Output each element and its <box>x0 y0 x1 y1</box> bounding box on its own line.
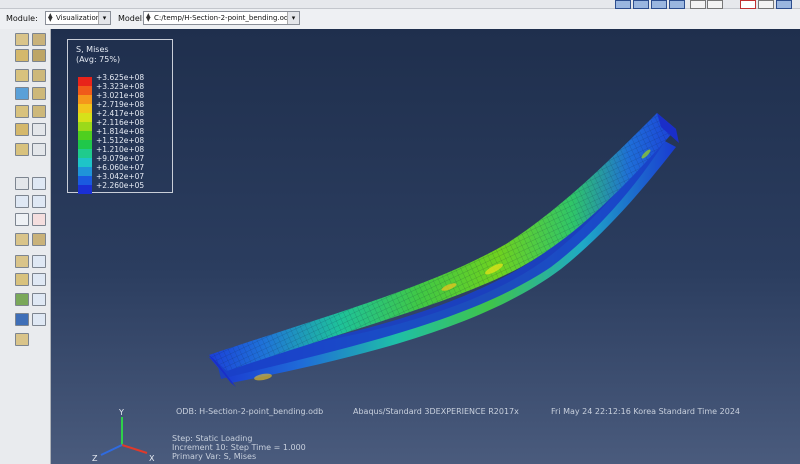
view-back-icon[interactable] <box>633 0 649 9</box>
close-icon[interactable] <box>740 0 756 9</box>
viewport[interactable]: S, Mises (Avg: 75%) +3.625e+08 +3.323e+08… <box>51 29 800 464</box>
plot-undeformed-icon[interactable] <box>15 33 29 46</box>
date-info: Fri May 24 22:12:16 Korea Standard Time … <box>551 407 740 416</box>
magnify-icon[interactable] <box>690 0 706 9</box>
spin-icon: ▲ ▼ <box>48 12 53 23</box>
free-body-table-icon[interactable] <box>32 255 46 268</box>
module-value: Visualization <box>56 14 101 22</box>
context-bar: Module: ▲ ▼ Visualization ▾ Model: ▲ ▼ C:/… <box>0 9 800 30</box>
chevron-down-icon[interactable]: ▾ <box>287 12 299 24</box>
contour-options-icon[interactable] <box>15 87 29 100</box>
solver-info: Abaqus/Standard 3DEXPERIENCE R2017x <box>353 407 519 416</box>
xy-data-icon[interactable] <box>15 177 29 190</box>
mesh-overlay <box>209 113 676 371</box>
z-axis <box>100 444 123 456</box>
plot-symbols-icon[interactable] <box>32 49 46 62</box>
model-label: Model: <box>118 14 145 23</box>
pencil-icon[interactable] <box>15 333 29 346</box>
view-cut-icon[interactable] <box>15 233 29 246</box>
zoom-icon[interactable] <box>707 0 723 9</box>
animate-options-icon[interactable] <box>32 143 46 156</box>
query-tool-icon[interactable] <box>15 313 29 326</box>
x-axis <box>121 444 148 454</box>
query-table-icon[interactable] <box>32 313 46 326</box>
toolbox <box>0 29 51 464</box>
common-options-icon[interactable] <box>15 293 29 306</box>
common-table-icon[interactable] <box>32 293 46 306</box>
allow-multiple-plots-icon[interactable] <box>15 69 29 82</box>
group-options-icon[interactable] <box>32 123 46 136</box>
report-field-icon[interactable] <box>15 195 29 208</box>
view-top-icon[interactable] <box>651 0 667 9</box>
stream-icon[interactable] <box>15 273 29 286</box>
view-iso-icon[interactable] <box>669 0 685 9</box>
increment-info: Increment 10: Step Time = 1.000 <box>172 443 306 452</box>
chevron-down-icon[interactable]: ▾ <box>98 12 110 24</box>
plot-deformed-icon[interactable] <box>32 33 46 46</box>
module-label: Module: <box>6 14 38 23</box>
x-axis-label: X <box>149 454 155 463</box>
odb-info: ODB: H-Section-2-point_bending.odb <box>176 407 324 416</box>
model-value: C:/temp/H-Section-2-point_bending.odb <box>154 14 293 22</box>
plot-contours-icon[interactable] <box>15 49 29 62</box>
report-table-icon[interactable] <box>32 195 46 208</box>
top-toolbar <box>0 0 800 9</box>
material-orientation-icon[interactable] <box>15 105 29 118</box>
query-icon[interactable] <box>758 0 774 9</box>
symbol-options-icon[interactable] <box>32 87 46 100</box>
module-select[interactable]: ▲ ▼ Visualization ▾ <box>45 11 111 25</box>
z-axis-label: Z <box>92 454 98 463</box>
orientation-options-icon[interactable] <box>32 105 46 118</box>
display-group-icon[interactable] <box>15 123 29 136</box>
path-icon[interactable] <box>15 213 29 226</box>
xy-table-icon[interactable] <box>32 177 46 190</box>
free-body-icon[interactable] <box>15 255 29 268</box>
stream-table-icon[interactable] <box>32 273 46 286</box>
render-style-icon[interactable] <box>776 0 792 9</box>
orientation-triad: Y X Z <box>92 408 155 463</box>
model-select[interactable]: ▲ ▼ C:/temp/H-Section-2-point_bending.odb… <box>143 11 300 25</box>
primary-var-info: Primary Var: S, Mises <box>172 452 257 461</box>
cut-options-icon[interactable] <box>32 233 46 246</box>
superimpose-icon[interactable] <box>32 69 46 82</box>
deformed-beam-model[interactable] <box>51 29 800 464</box>
step-info: Step: Static Loading <box>172 434 253 443</box>
spin-icon: ▲ ▼ <box>146 12 151 23</box>
view-front-icon[interactable] <box>615 0 631 9</box>
animate-icon[interactable] <box>15 143 29 156</box>
xy-plot-icon[interactable] <box>32 213 46 226</box>
y-axis-label: Y <box>118 408 124 417</box>
